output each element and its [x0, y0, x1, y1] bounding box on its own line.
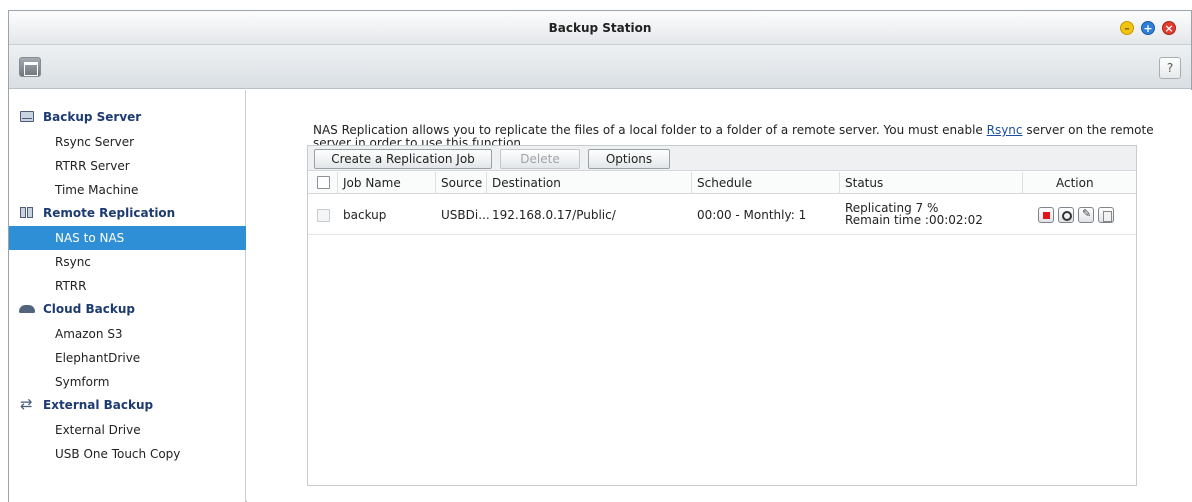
column-status[interactable]: Status [845, 176, 883, 190]
column-job-name[interactable]: Job Name [343, 176, 401, 190]
job-name-cell: backup [343, 208, 387, 222]
minimize-icon[interactable]: – [1120, 21, 1134, 35]
sidebar-item-label: Rsync [55, 255, 91, 269]
view-icon[interactable] [1058, 207, 1074, 223]
cloud-icon [19, 305, 35, 313]
sidebar-section-label: External Backup [43, 398, 154, 412]
sidebar-item-amazon-s3[interactable]: Amazon S3 [9, 322, 246, 346]
edit-icon[interactable] [1078, 207, 1094, 223]
column-divider [1022, 172, 1023, 194]
create-replication-job-button[interactable]: Create a Replication Job [314, 149, 492, 169]
sidebar-item-label: Rsync Server [55, 135, 135, 149]
description-part1: NAS Replication allows you to replicate … [313, 123, 987, 137]
sidebar-item-time-machine[interactable]: Time Machine [9, 178, 246, 202]
destination-cell: 192.168.0.17/Public/ [492, 208, 616, 222]
window-title: Backup Station [548, 21, 652, 35]
sidebar-item-rsync-server[interactable]: Rsync Server [9, 130, 246, 154]
column-divider [691, 172, 692, 194]
sync-icon: ⇄ [20, 395, 33, 413]
sidebar-item-label: External Drive [55, 423, 141, 437]
table-row[interactable]: backup USBDi... 192.168.0.17/Public/ 00:… [308, 195, 1136, 235]
sidebar-item-label: NAS to NAS [55, 231, 125, 245]
sidebar-item-label: Amazon S3 [55, 327, 123, 341]
column-divider [839, 172, 840, 194]
close-icon[interactable]: × [1162, 21, 1176, 35]
column-schedule[interactable]: Schedule [697, 176, 752, 190]
sidebar-item-label: Symform [55, 375, 110, 389]
rsync-link[interactable]: Rsync [987, 123, 1023, 137]
sidebar-item-nas-to-nas[interactable]: NAS to NAS [9, 226, 246, 250]
column-divider [486, 172, 487, 194]
sidebar-section-external-backup[interactable]: ⇄ External Backup [9, 394, 246, 418]
jobs-table-header: Job Name Source Destination Schedule Sta… [308, 172, 1136, 194]
sidebar-section-label: Cloud Backup [43, 302, 135, 316]
log-icon[interactable] [1098, 207, 1114, 223]
select-all-checkbox[interactable] [317, 176, 330, 189]
sidebar-section-cloud-backup[interactable]: Cloud Backup [9, 298, 246, 322]
column-action: Action [1056, 176, 1094, 190]
row-checkbox[interactable] [317, 209, 330, 222]
replication-icon [20, 207, 34, 218]
column-destination[interactable]: Destination [492, 176, 561, 190]
maximize-icon[interactable]: + [1141, 21, 1155, 35]
sidebar-item-label: RTRR Server [55, 159, 130, 173]
source-cell: USBDi... [441, 208, 490, 222]
jobs-toolbar: Create a Replication Job Delete Options [308, 146, 1136, 171]
sidebar-item-symform[interactable]: Symform [9, 370, 246, 394]
sidebar-item-label: USB One Touch Copy [55, 447, 181, 461]
backup-station-window: Backup Station – + × ? Backup Server Rsy… [8, 10, 1192, 502]
help-icon[interactable]: ? [1159, 57, 1181, 79]
sidebar: Backup Server Rsync Server RTRR Server T… [9, 90, 246, 502]
sidebar-item-rtrr[interactable]: RTRR [9, 274, 246, 298]
sidebar-item-label: Time Machine [55, 183, 139, 197]
app-toolbar: ? [9, 45, 1191, 89]
sidebar-item-rtrr-server[interactable]: RTRR Server [9, 154, 246, 178]
sidebar-section-label: Backup Server [43, 110, 142, 124]
schedule-cell: 00:00 - Monthly: 1 [697, 208, 807, 222]
replication-jobs-panel: Create a Replication Job Delete Options … [307, 145, 1137, 486]
column-source[interactable]: Source [441, 176, 482, 190]
main-content: NAS Replication allows you to replicate … [247, 90, 1192, 502]
column-divider [337, 172, 338, 194]
delete-button[interactable]: Delete [500, 149, 580, 169]
column-divider [435, 172, 436, 194]
status-remaining-time: Remain time :00:02:02 [845, 213, 983, 227]
server-icon [20, 111, 34, 122]
sidebar-item-label: RTRR [55, 279, 87, 293]
sidebar-item-elephantdrive[interactable]: ElephantDrive [9, 346, 246, 370]
sidebar-item-rsync[interactable]: Rsync [9, 250, 246, 274]
sidebar-item-usb-one-touch-copy[interactable]: USB One Touch Copy [9, 442, 246, 466]
sidebar-section-label: Remote Replication [43, 206, 176, 220]
sidebar-item-external-drive[interactable]: External Drive [9, 418, 246, 442]
sidebar-section-backup-server[interactable]: Backup Server [9, 106, 246, 130]
stop-icon[interactable] [1038, 207, 1054, 223]
title-bar: Backup Station – + × [9, 11, 1191, 45]
options-button[interactable]: Options [588, 149, 670, 169]
panel-toggle-icon[interactable] [19, 57, 41, 77]
sidebar-item-label: ElephantDrive [55, 351, 141, 365]
sidebar-section-remote-replication[interactable]: Remote Replication [9, 202, 246, 226]
